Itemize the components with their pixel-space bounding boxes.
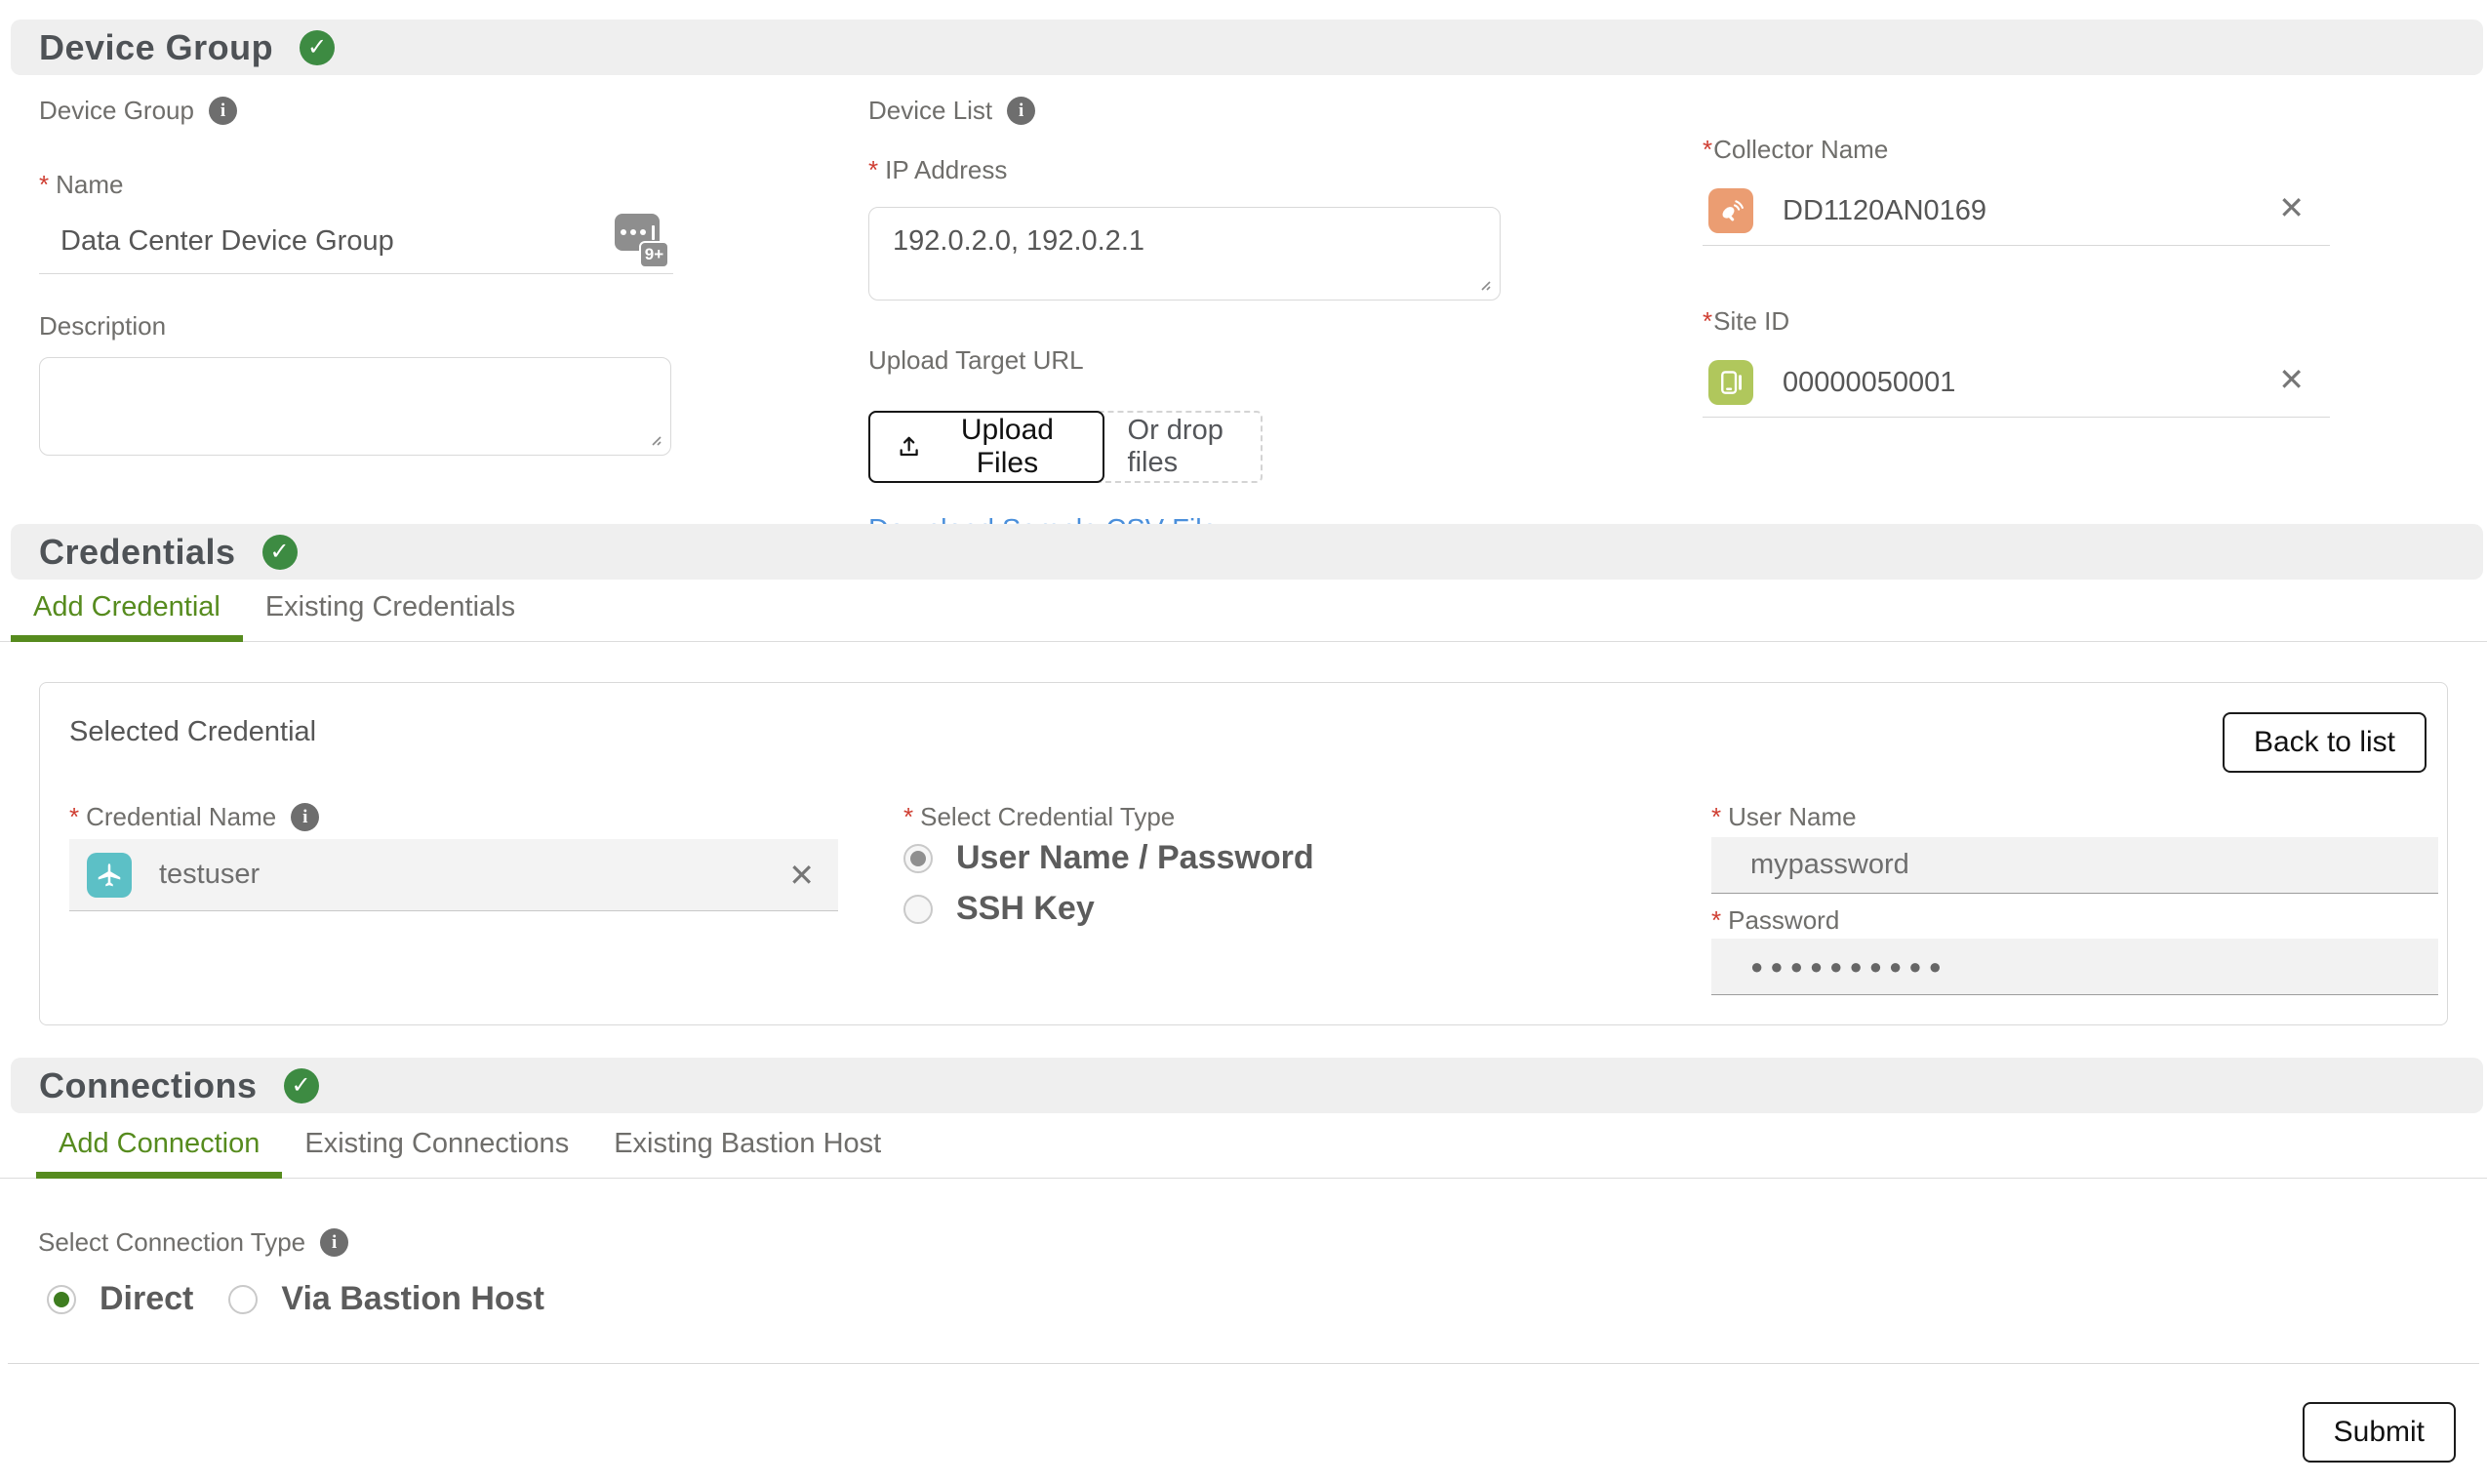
username-input[interactable] (1711, 837, 2438, 894)
collector-satellite-icon (1708, 188, 1753, 233)
credential-name-label: * Credential Name i (69, 802, 319, 832)
radio-selected-icon[interactable] (47, 1285, 76, 1314)
collector-lookup-pill[interactable]: DD1120AN0169 ✕ (1703, 188, 2330, 246)
device-group-section-title: Device Group (39, 27, 273, 68)
ip-address-label: * IP Address (868, 155, 1501, 185)
radio-via-bastion-host[interactable]: Via Bastion Host (228, 1280, 544, 1318)
credential-plane-icon (87, 853, 132, 898)
info-icon[interactable]: i (320, 1228, 348, 1257)
credential-name-value: testuser (159, 859, 260, 891)
username-label: * User Name (1711, 802, 1857, 832)
info-icon[interactable]: i (209, 97, 237, 125)
site-id-label: * Site ID (1703, 306, 2330, 337)
tab-add-connection[interactable]: Add Connection (36, 1128, 282, 1179)
selected-credential-panel: Selected Credential Back to list * Crede… (39, 682, 2448, 1025)
credential-name-pill[interactable]: testuser ✕ (69, 839, 838, 911)
connections-section-header: Connections ✓ (11, 1058, 2483, 1113)
back-to-list-button[interactable]: Back to list (2223, 712, 2427, 773)
site-id-value: 00000050001 (1783, 367, 1955, 399)
tab-existing-credentials[interactable]: Existing Credentials (243, 591, 538, 641)
footer-divider (8, 1363, 2479, 1364)
credential-type-label: * Select Credential Type (903, 802, 1175, 832)
ip-address-textarea[interactable]: 192.0.2.0, 192.0.2.1 (868, 207, 1501, 301)
radio-selected-icon[interactable] (903, 844, 933, 873)
site-lookup-pill[interactable]: 00000050001 ✕ (1703, 360, 2330, 418)
submit-button[interactable]: Submit (2303, 1402, 2456, 1463)
section-complete-check-icon: ✓ (300, 30, 335, 65)
connection-type-label: Select Connection Type i (38, 1227, 348, 1258)
tab-existing-connections[interactable]: Existing Connections (282, 1128, 591, 1178)
upload-icon (896, 431, 922, 462)
collector-name-value: DD1120AN0169 (1783, 195, 1986, 227)
section-complete-check-icon: ✓ (284, 1068, 319, 1103)
radio-ssh-key[interactable]: SSH Key (903, 890, 1095, 928)
file-dropzone[interactable]: Upload Files Or drop files (868, 411, 1263, 483)
description-label: Description (39, 311, 673, 341)
device-group-label: Device Group i (39, 96, 673, 126)
upload-files-button[interactable]: Upload Files (868, 411, 1104, 483)
radio-username-password[interactable]: User Name / Password (903, 839, 1314, 877)
device-list-label: Device List i (868, 96, 1501, 126)
name-input[interactable] (39, 225, 673, 274)
credentials-tabs: Add Credential Existing Credentials (0, 591, 2487, 642)
credentials-section-header: Credentials ✓ (11, 524, 2483, 580)
radio-unselected-icon[interactable] (903, 895, 933, 924)
section-complete-check-icon: ✓ (262, 535, 298, 570)
grammar-badge: 9+ (639, 241, 669, 268)
info-icon[interactable]: i (1007, 97, 1035, 125)
clear-credential-icon[interactable]: ✕ (788, 860, 815, 891)
tab-existing-bastion-host[interactable]: Existing Bastion Host (591, 1128, 903, 1178)
resize-handle-icon[interactable] (645, 429, 662, 447)
clear-site-icon[interactable]: ✕ (2278, 364, 2305, 395)
info-icon[interactable]: i (291, 803, 319, 831)
connections-section-title: Connections (39, 1065, 258, 1106)
password-input[interactable]: ●●●●●●●●●● (1711, 939, 2438, 995)
clear-collector-icon[interactable]: ✕ (2278, 192, 2305, 223)
resize-handle-icon[interactable] (1474, 274, 1492, 292)
device-group-section-header: Device Group ✓ (11, 20, 2483, 75)
collector-name-label: * Collector Name (1703, 135, 2330, 165)
tab-add-credential[interactable]: Add Credential (11, 591, 243, 642)
upload-target-url-label: Upload Target URL (868, 345, 1501, 376)
drop-files-text: Or drop files (1128, 415, 1261, 479)
radio-unselected-icon[interactable] (228, 1285, 258, 1314)
credentials-section-title: Credentials (39, 532, 236, 573)
selected-credential-label: Selected Credential (69, 716, 316, 748)
name-label: * Name (39, 170, 673, 200)
password-label: * Password (1711, 905, 1839, 936)
description-textarea[interactable] (39, 357, 671, 456)
radio-direct[interactable]: Direct (47, 1280, 193, 1318)
connections-tabs: Add Connection Existing Connections Exis… (0, 1128, 2487, 1179)
site-device-icon (1708, 360, 1753, 405)
grammar-extension-icon[interactable]: 9+ (615, 214, 669, 268)
